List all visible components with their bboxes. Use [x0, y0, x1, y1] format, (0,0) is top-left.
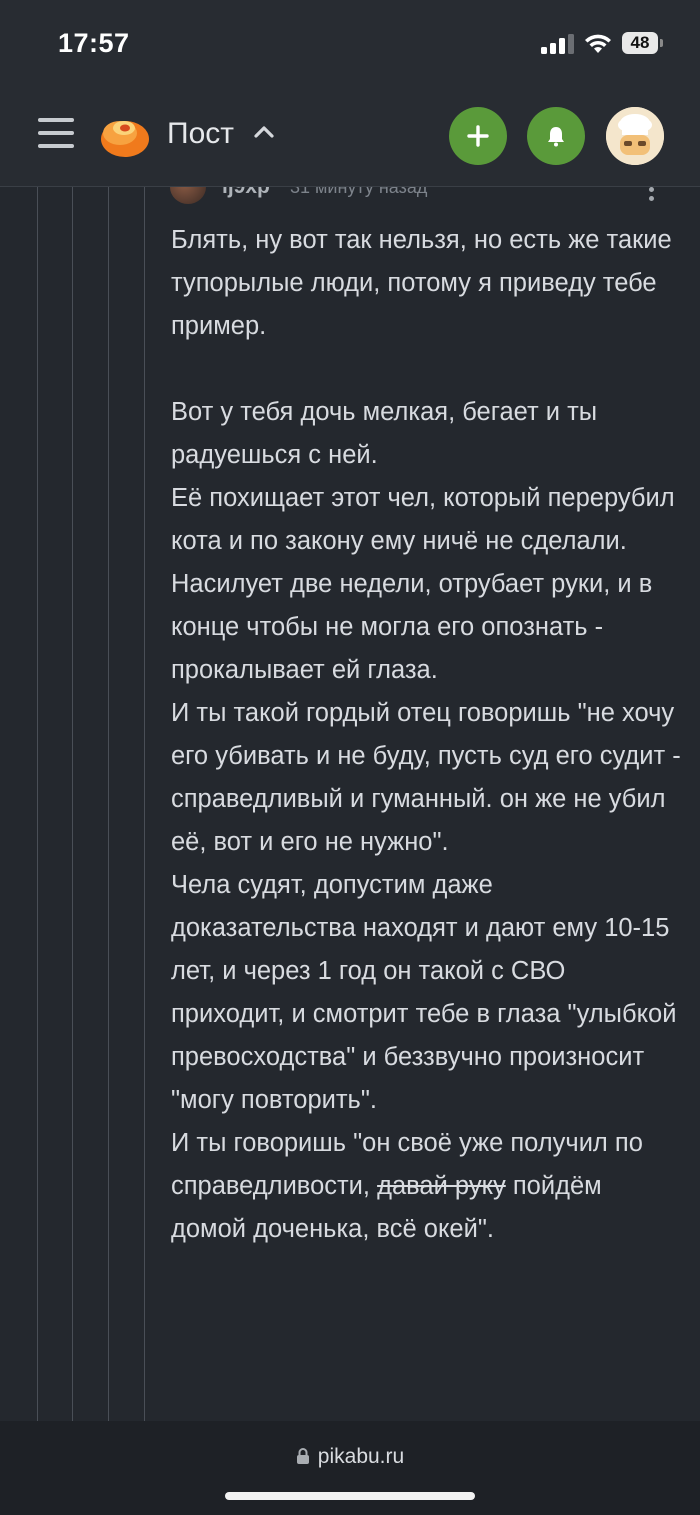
address-bar[interactable]: pikabu.ru	[0, 1445, 700, 1469]
avatar-chef-icon	[606, 107, 664, 165]
comment-paragraph-last: И ты говоришь "он своё уже получил по сп…	[171, 1122, 681, 1251]
status-time: 17:57	[58, 28, 130, 58]
notifications-button[interactable]	[527, 107, 585, 165]
chevron-up-icon[interactable]	[253, 123, 275, 139]
pikabu-logo-icon[interactable]	[98, 111, 150, 159]
comment-paragraph: Насилует две недели, отрубает руки, и в …	[171, 570, 653, 684]
bell-icon	[548, 127, 564, 147]
add-post-button[interactable]	[449, 107, 507, 165]
comment-paragraph: И ты такой гордый отец говоришь "не хочу…	[171, 699, 681, 856]
comment-body: Блять, ну вот так нельзя, но есть же так…	[171, 219, 681, 1251]
thread-line[interactable]	[37, 186, 38, 1421]
cellular-signal-icon	[541, 34, 574, 54]
comment-paragraph: Блять, ну вот так нельзя, но есть же так…	[171, 226, 672, 340]
thread-line[interactable]	[72, 186, 73, 1421]
lock-icon	[296, 1448, 309, 1464]
thread-line[interactable]	[144, 186, 145, 1421]
thread-line[interactable]	[108, 186, 109, 1421]
comment-paragraph: Чела судят, допустим даже доказательства…	[171, 871, 677, 1114]
top-bar: 17:57 48 Пост	[0, 0, 700, 187]
browser-bottom-bar: pikabu.ru	[0, 1421, 700, 1515]
strikethrough-text: давай руку	[377, 1172, 506, 1200]
url-text: pikabu.ru	[317, 1445, 405, 1468]
plus-icon	[467, 125, 489, 147]
user-avatar[interactable]	[606, 107, 664, 165]
comment-paragraph: Её похищает этот чел, который перерубил …	[171, 484, 675, 555]
battery-indicator: 48	[622, 32, 663, 54]
home-indicator[interactable]	[225, 1492, 475, 1500]
wifi-icon	[585, 34, 611, 53]
comment-paragraph: Вот у тебя дочь мелкая, бегает и ты раду…	[171, 398, 598, 469]
menu-button[interactable]	[38, 118, 74, 152]
page-title[interactable]: Пост	[167, 117, 234, 151]
